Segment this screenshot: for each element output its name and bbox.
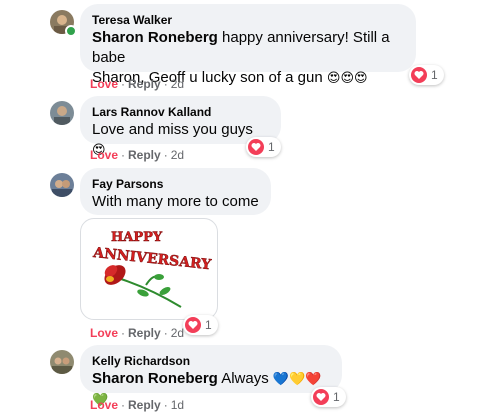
mention-link[interactable]: Sharon Roneberg xyxy=(92,370,218,387)
love-reaction-icon xyxy=(185,317,201,333)
comment-actions: Love · Reply · 2d xyxy=(90,77,185,91)
love-button[interactable]: Love xyxy=(90,326,118,340)
comment-author[interactable]: Teresa Walker xyxy=(92,12,404,28)
online-status-dot xyxy=(65,25,77,37)
love-button[interactable]: Love xyxy=(90,148,118,162)
avatar[interactable] xyxy=(50,350,74,374)
mention-link[interactable]: Sharon Roneberg xyxy=(92,29,218,46)
comment-actions: Love · Reply · 1d xyxy=(90,398,185,412)
reaction-count: 1 xyxy=(268,140,275,154)
love-button[interactable]: Love xyxy=(90,77,118,91)
love-reaction-icon xyxy=(248,139,264,155)
reaction-count-badge[interactable]: 1 xyxy=(409,65,444,85)
reply-button[interactable]: Reply xyxy=(128,326,161,340)
anniversary-gif[interactable]: HAPPY ANNIVERSARY xyxy=(80,218,218,320)
reply-button[interactable]: Reply xyxy=(128,148,161,162)
gif-text-happy: HAPPY xyxy=(111,230,163,245)
comment-bubble: Fay Parsons With many more to come xyxy=(80,168,271,215)
comment-bubble: Kelly Richardson Sharon Roneberg Always … xyxy=(80,345,342,408)
avatar-image xyxy=(50,173,74,197)
comment-text: Sharon Roneberg happy anniversary! Still… xyxy=(92,28,404,68)
comment-age[interactable]: 2d xyxy=(171,148,184,162)
comment-age[interactable]: 2d xyxy=(171,326,184,340)
comment-author[interactable]: Fay Parsons xyxy=(92,176,259,192)
comment-bubble: Lars Rannov Kalland Love and miss you gu… xyxy=(80,96,281,158)
comment-author[interactable]: Kelly Richardson xyxy=(92,353,330,369)
comment-actions: Love · Reply · 2d xyxy=(90,148,185,162)
love-button[interactable]: Love xyxy=(90,398,118,412)
comment-text-body: Love and miss you guys xyxy=(92,121,253,138)
reaction-count-badge[interactable]: 1 xyxy=(311,387,346,407)
comment-author[interactable]: Lars Rannov Kalland xyxy=(92,104,269,120)
reply-button[interactable]: Reply xyxy=(128,77,161,91)
love-reaction-icon xyxy=(411,67,427,83)
emoji-heart-eyes: 😍😍😍 xyxy=(326,71,368,86)
reaction-count: 1 xyxy=(333,390,340,404)
reaction-count: 1 xyxy=(205,318,212,332)
avatar[interactable] xyxy=(50,173,74,197)
reply-button[interactable]: Reply xyxy=(128,398,161,412)
avatar-image xyxy=(50,350,74,374)
comment-text: With many more to come xyxy=(92,193,259,210)
avatar-image xyxy=(50,101,74,125)
comment-age[interactable]: 1d xyxy=(171,398,184,412)
anniversary-rose-image: HAPPY ANNIVERSARY xyxy=(91,230,213,308)
comment-text-body: Always xyxy=(221,370,269,387)
reaction-count-badge[interactable]: 1 xyxy=(246,137,281,157)
comment-bubble: Teresa Walker Sharon Roneberg happy anni… xyxy=(80,4,416,86)
reaction-count-badge[interactable]: 1 xyxy=(183,315,218,335)
comment-actions: Love · Reply · 2d xyxy=(90,326,185,340)
love-reaction-icon xyxy=(313,389,329,405)
avatar[interactable] xyxy=(50,101,74,125)
reaction-count: 1 xyxy=(431,68,438,82)
comment-age[interactable]: 2d xyxy=(171,77,184,91)
